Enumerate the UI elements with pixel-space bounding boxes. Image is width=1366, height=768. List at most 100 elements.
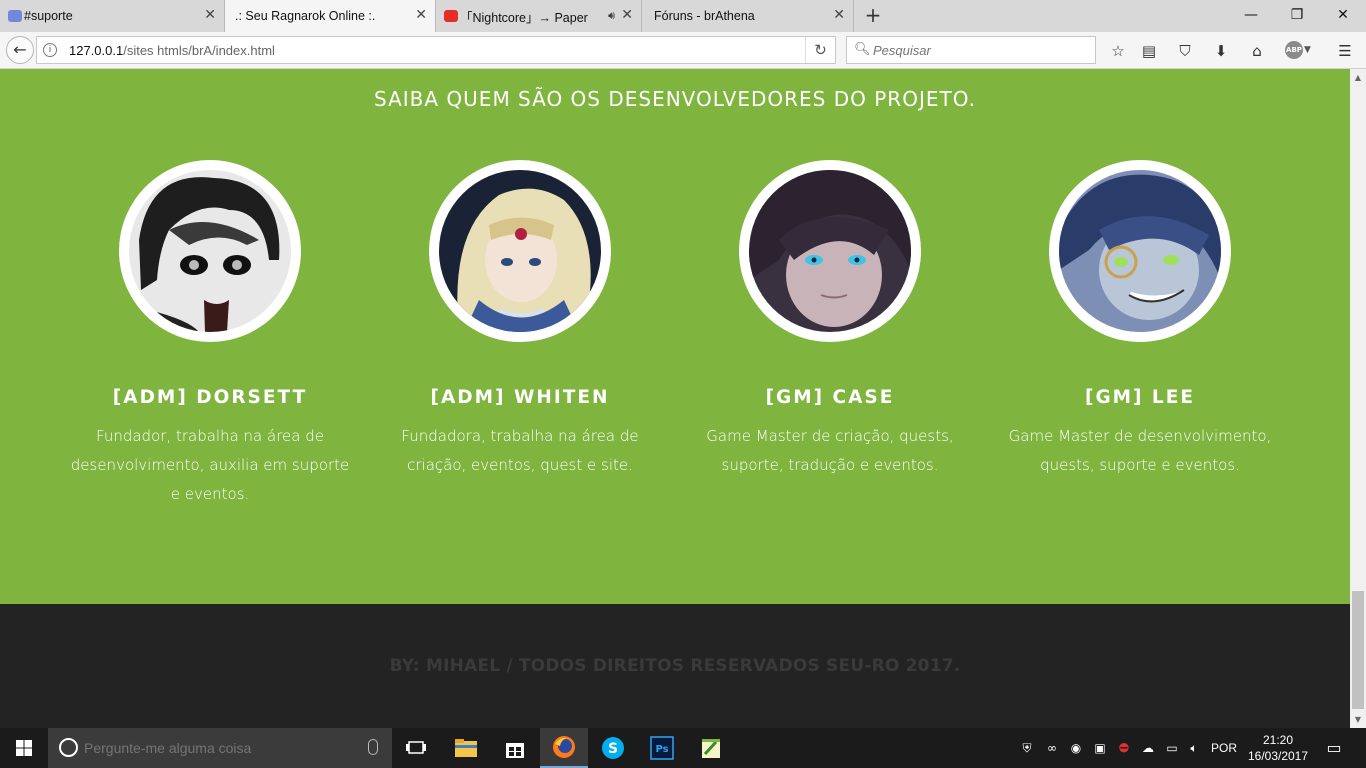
section-title-remnant <box>603 69 783 71</box>
minimize-button[interactable]: — <box>1228 0 1274 30</box>
arrow-left-icon: ← <box>13 40 27 59</box>
start-button[interactable] <box>0 728 48 768</box>
avatar <box>1049 160 1231 342</box>
system-clock[interactable]: 21:20 16/03/2017 <box>1244 732 1312 764</box>
cortana-search-input[interactable] <box>84 739 354 757</box>
tab-title: Fóruns - brAthena <box>654 9 755 23</box>
member-name: [GM] LEE <box>1084 387 1195 408</box>
avatar-image <box>129 170 291 332</box>
search-input[interactable] <box>873 41 1088 59</box>
notepad-plus-plus-button[interactable] <box>687 728 735 768</box>
url-host: 127.0.0.1 <box>69 43 124 58</box>
volume-icon[interactable]: 🔈︎ <box>1183 728 1205 768</box>
cortana-search[interactable] <box>48 728 392 768</box>
reload-icon: ↻ <box>814 41 827 59</box>
download-icon[interactable]: ⬇ <box>1210 40 1232 62</box>
reload-button[interactable]: ↻ <box>805 37 835 63</box>
search-icon: 🔍︎ <box>854 42 871 57</box>
cloud-icon[interactable]: ☁ <box>1137 728 1159 768</box>
avatar-image <box>439 170 601 332</box>
team-member-lee: [GM] LEE Game Master de desenvolvimento,… <box>995 160 1285 480</box>
skype-button[interactable]: S <box>589 728 637 768</box>
avatar-image <box>749 170 911 332</box>
menu-icon[interactable]: ☰ <box>1334 40 1356 62</box>
clock-date: 16/03/2017 <box>1247 749 1309 763</box>
notepad-icon <box>702 739 720 758</box>
page-footer: BY: MIHAEL / TODOS DIREITOS RESERVADOS S… <box>0 604 1350 728</box>
scroll-thumb[interactable] <box>1352 591 1364 709</box>
tab-strip: #suporte ✕ .: Seu Ragnarok Online :. ✕ 「… <box>0 0 1366 32</box>
info-icon[interactable]: i <box>43 43 57 57</box>
member-name: [GM] CASE <box>765 387 895 408</box>
notifications-icon[interactable]: ▭ <box>1320 728 1348 768</box>
tab-title: 「Nightcore」→ Paper C… <box>460 10 590 25</box>
url-bar[interactable]: i 127.0.0.1/sites htmls/brA/index.html ↻ <box>36 36 836 64</box>
svg-text:Ps: Ps <box>655 744 668 755</box>
pocket-icon[interactable]: ⛉ <box>1174 40 1196 62</box>
new-tab-button[interactable]: + <box>862 5 884 27</box>
back-button[interactable]: ← <box>6 36 34 64</box>
speaker-icon[interactable]: 🔊︎ <box>608 9 615 23</box>
firefox-button[interactable] <box>540 728 588 768</box>
close-window-button[interactable]: ✕ <box>1320 0 1366 30</box>
skype-icon: S <box>602 737 624 759</box>
photoshop-icon: Ps <box>650 736 674 760</box>
scroll-down-arrow-icon[interactable]: ▼ <box>1350 711 1366 728</box>
avatar-image <box>1059 170 1221 332</box>
reading-list-icon[interactable]: ▤ <box>1138 40 1160 62</box>
navigation-bar: ← i 127.0.0.1/sites htmls/brA/index.html… <box>0 32 1366 69</box>
team-member-whiten: [ADM] WHITEN Fundadora, trabalha na área… <box>375 160 665 480</box>
maximize-button[interactable]: ❐ <box>1274 0 1320 30</box>
url-text[interactable]: 127.0.0.1/sites htmls/brA/index.html <box>69 43 275 58</box>
adblock-icon[interactable]: ABP <box>1285 41 1303 59</box>
cortana-icon <box>59 738 78 757</box>
avatar <box>429 160 611 342</box>
footer-text: BY: MIHAEL / TODOS DIREITOS RESERVADOS S… <box>389 656 961 676</box>
team-member-dorsett: [ADM] DORSETT Fundador, trabalha na área… <box>65 160 355 509</box>
close-icon[interactable]: ✕ <box>833 8 845 22</box>
avatar <box>739 160 921 342</box>
close-icon[interactable]: ✕ <box>621 8 633 22</box>
scroll-up-arrow-icon[interactable]: ▲ <box>1350 69 1366 86</box>
section-subtitle: SAIBA QUEM SÃO OS DESENVOLVEDORES DO PRO… <box>374 87 976 111</box>
store-button[interactable] <box>491 728 539 768</box>
link-icon[interactable]: ∞ <box>1041 728 1063 768</box>
vertical-scrollbar[interactable]: ▲ ▼ <box>1350 69 1366 728</box>
member-description: Game Master de desenvolvimento, quests, … <box>1008 427 1272 474</box>
chevron-down-icon[interactable]: ▼ <box>1304 41 1311 59</box>
network-green-icon[interactable]: ▣ <box>1089 728 1111 768</box>
task-view-icon <box>406 741 426 754</box>
member-name: [ADM] WHITEN <box>430 387 610 408</box>
tab-ragnarok[interactable]: .: Seu Ragnarok Online :. ✕ <box>225 0 436 32</box>
tab-suporte[interactable]: #suporte ✕ <box>0 0 225 32</box>
tab-title: #suporte <box>24 9 73 23</box>
file-explorer-button[interactable] <box>442 728 490 768</box>
youtube-icon <box>444 10 458 22</box>
svg-text:S: S <box>608 741 618 757</box>
home-icon[interactable]: ⌂ <box>1246 40 1268 62</box>
url-path: /sites htmls/brA/index.html <box>123 43 275 58</box>
record-icon[interactable]: ◉ <box>1065 728 1087 768</box>
close-icon[interactable]: ✕ <box>204 8 216 22</box>
bookmark-star-icon[interactable]: ☆ <box>1107 40 1129 62</box>
member-description: Game Master de criação, quests, suporte,… <box>706 427 954 474</box>
team-member-case: [GM] CASE Game Master de criação, quests… <box>685 160 975 480</box>
close-icon[interactable]: ✕ <box>415 8 427 22</box>
blocked-icon[interactable]: ⛔︎ <box>1113 728 1135 768</box>
search-bar[interactable]: 🔍︎ <box>846 36 1096 64</box>
avatar <box>119 160 301 342</box>
windows-icon <box>16 740 32 756</box>
tab-nightcore[interactable]: 「Nightcore」→ Paper C… 🔊︎ ✕ <box>436 0 642 32</box>
folder-icon <box>455 739 477 757</box>
store-icon <box>506 743 524 758</box>
network-icon[interactable]: ▭ <box>1161 728 1183 768</box>
member-description: Fundadora, trabalha na área de criação, … <box>401 427 639 474</box>
task-view-button[interactable] <box>392 728 440 768</box>
security-shield-icon[interactable]: ⛨ <box>1016 728 1038 768</box>
tab-foruns[interactable]: Fóruns - brAthena ✕ <box>642 0 854 32</box>
taskbar: S Ps ⛨ ∞ ◉ ▣ ⛔︎ ☁ ▭ 🔈︎ POR 21:20 16/03/2… <box>0 728 1366 768</box>
microphone-icon[interactable] <box>368 739 378 755</box>
photoshop-button[interactable]: Ps <box>638 728 686 768</box>
clock-time: 21:20 <box>1262 733 1294 747</box>
language-indicator[interactable]: POR <box>1208 728 1240 768</box>
